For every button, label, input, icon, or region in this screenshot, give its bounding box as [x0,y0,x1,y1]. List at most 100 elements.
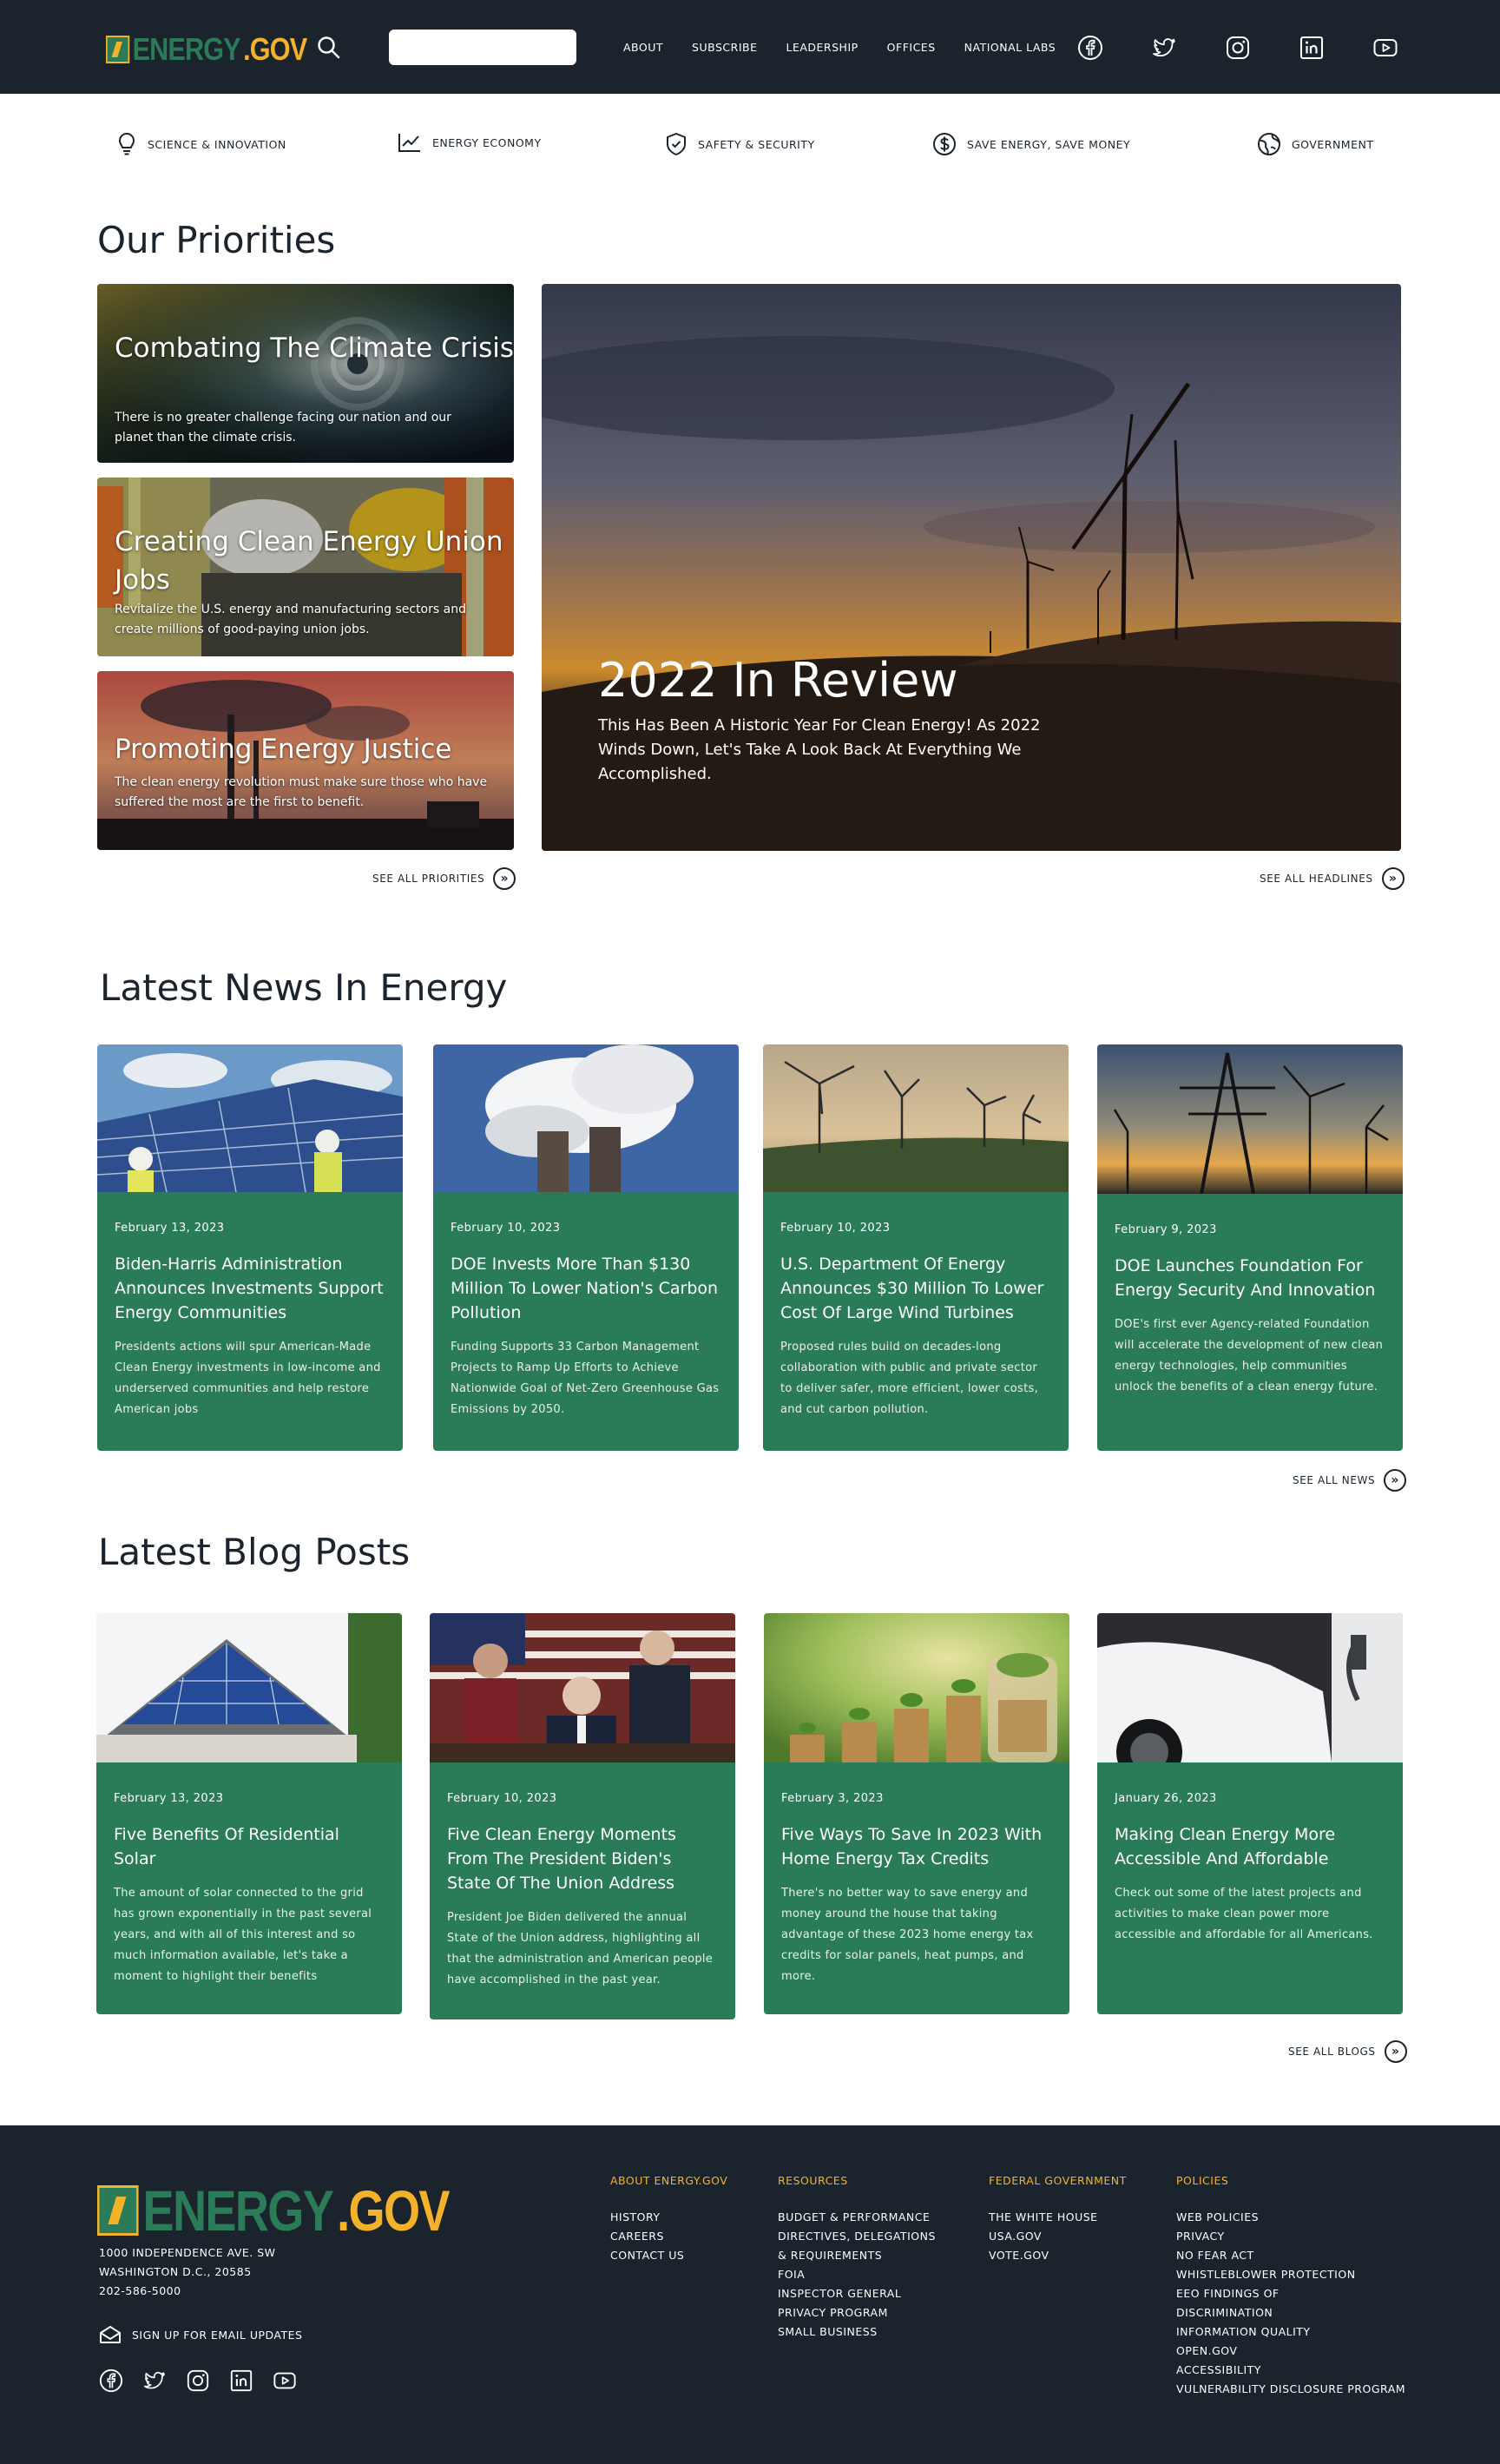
footer-link[interactable]: THE WHITE HOUSE [989,2208,1127,2227]
nav-leadership[interactable]: LEADERSHIP [786,41,858,54]
priority-card-union-jobs[interactable]: Creating Clean Energy Union Jobs Revital… [97,478,514,656]
email-signup-label: SIGN UP FOR EMAIL UPDATES [132,2328,303,2342]
nav-national-labs[interactable]: NATIONAL LABS [964,41,1056,54]
site-header: ENERGY .GOV ABOUT SUBSCRIBE LEADERSHIP OF… [0,0,1500,94]
footer-link[interactable]: DISCRIMINATION [1176,2303,1405,2322]
footer-logo[interactable]: ENERGY .GOV [97,2177,451,2243]
footer-link[interactable]: ACCESSIBILITY [1176,2361,1405,2380]
footer-link[interactable]: VULNERABILITY DISCLOSURE PROGRAM [1176,2380,1405,2399]
footer-link[interactable]: INFORMATION QUALITY [1176,2322,1405,2342]
card-title: DOE Invests More Than $130 Million To Lo… [451,1255,719,1322]
footer-link[interactable]: USA.GOV [989,2227,1127,2246]
double-chevron-right-icon: » [1381,867,1405,890]
instagram-icon[interactable] [186,2368,210,2393]
nav-offices[interactable]: OFFICES [887,41,936,54]
nav-about[interactable]: ABOUT [623,41,663,54]
blog-card[interactable]: February 13, 2023 Five Benefits Of Resid… [96,1613,402,2014]
chart-line-icon [398,134,420,152]
see-all-news-link[interactable]: SEE ALL NEWS » [1293,1469,1407,1492]
youtube-icon[interactable] [1372,35,1398,61]
footer-link[interactable]: OPEN.GOV [1176,2342,1405,2361]
footer-link[interactable]: HISTORY [610,2208,727,2227]
card-title: Five Ways To Save In 2023 With Home Ener… [781,1825,1043,1868]
footer-col-heading: ABOUT ENERGY.GOV [610,2174,728,2187]
news-card[interactable]: February 10, 2023 DOE Invests More Than … [433,1044,739,1451]
footer-link[interactable]: VOTE.GOV [989,2246,1127,2265]
email-signup-link[interactable]: SIGN UP FOR EMAIL UPDATES [99,2325,302,2344]
priority-card-energy-justice[interactable]: Promoting Energy Justice The clean energ… [97,671,514,850]
twitter-icon[interactable] [142,2368,167,2393]
youtube-icon[interactable] [273,2368,297,2393]
footer-col-heading: FEDERAL GOVERNMENT [989,2174,1127,2187]
footer-link[interactable]: PRIVACY PROGRAM [778,2303,936,2322]
category-save-energy[interactable]: SAVE ENERGY, SAVE MONEY [932,132,1130,156]
logo-text-gov: .GOV [243,31,307,67]
news-card[interactable]: February 13, 2023 Biden-Harris Administr… [97,1044,403,1451]
footer-link[interactable]: DIRECTIVES, DELEGATIONS [778,2227,936,2246]
category-government[interactable]: GOVERNMENT [1257,132,1373,156]
footer-link[interactable]: INSPECTOR GENERAL [778,2284,936,2303]
facebook-icon[interactable] [1077,35,1103,61]
category-science-innovation[interactable]: SCIENCE & INNOVATION [116,132,286,156]
lightbulb-icon [119,133,135,155]
blog-card[interactable]: January 26, 2023 Making Clean Energy Mor… [1097,1613,1403,2014]
news-card[interactable]: February 9, 2023 DOE Launches Foundation… [1097,1044,1403,1451]
phone-number: 202-586-5000 [99,2284,181,2297]
card-desc: Proposed rules build on decades-long col… [780,1341,1039,1416]
footer-link[interactable]: CONTACT US [610,2246,727,2265]
card-desc: Funding Supports 33 Carbon Management Pr… [451,1341,720,1416]
card-date: February 13, 2023 [114,1792,224,1805]
blog-image-residential-solar [96,1613,402,1762]
double-chevron-right-icon: » [493,867,516,890]
priority-card-climate[interactable]: Combating The Climate Crisis There is no… [97,284,514,463]
see-all-blogs-link[interactable]: SEE ALL BLOGS » [1288,2040,1407,2063]
see-all-headlines-link[interactable]: SEE ALL HEADLINES » [1260,867,1405,890]
footer-link[interactable]: & REQUIREMENTS [778,2246,936,2265]
twitter-icon[interactable] [1151,35,1177,61]
footer-link[interactable]: SMALL BUSINESS [778,2322,936,2342]
card-title: Making Clean Energy More Accessible And … [1115,1825,1336,1868]
footer-link[interactable]: WHISTLEBLOWER PROTECTION [1176,2265,1405,2284]
blog-card[interactable]: February 3, 2023 Five Ways To Save In 20… [764,1613,1069,2014]
linkedin-icon[interactable] [229,2368,253,2393]
hero-2022-in-review[interactable]: 2022 In Review This Has Been A Historic … [542,284,1401,851]
footer-link[interactable]: BUDGET & PERFORMANCE [778,2208,936,2227]
footer-col-resources: RESOURCES BUDGET & PERFORMANCE DIRECTIVE… [778,2174,936,2342]
site-logo[interactable]: ENERGY .GOV [106,31,307,68]
address-line: WASHINGTON D.C., 20585 [99,2265,252,2278]
footer-link[interactable]: FOIA [778,2265,936,2284]
see-all-priorities-link[interactable]: SEE ALL PRIORITIES » [372,867,516,890]
top-nav: ABOUT SUBSCRIBE LEADERSHIP OFFICES NATIO… [623,41,1084,54]
facebook-icon[interactable] [99,2368,123,2393]
footer-link[interactable]: WEB POLICIES [1176,2208,1405,2227]
card-date: February 13, 2023 [115,1222,225,1235]
priority-desc: Revitalize the U.S. energy and manufactu… [115,603,466,636]
card-title: DOE Launches Foundation For Energy Secur… [1115,1256,1376,1300]
card-date: February 10, 2023 [447,1792,557,1805]
see-all-label: SEE ALL NEWS [1293,1474,1376,1486]
category-safety-security[interactable]: SAFETY & SECURITY [665,132,815,156]
search-icon[interactable] [317,36,341,60]
category-label: SAVE ENERGY, SAVE MONEY [967,137,1131,151]
blog-card[interactable]: February 10, 2023 Five Clean Energy Mome… [430,1613,735,2019]
footer-link[interactable]: NO FEAR ACT [1176,2246,1405,2265]
category-label: SAFETY & SECURITY [698,137,815,151]
footer-link[interactable]: EEO FINDINGS OF [1176,2284,1405,2303]
doe-shield-icon [106,36,130,63]
linkedin-icon[interactable] [1299,35,1325,61]
instagram-icon[interactable] [1225,35,1251,61]
card-date: February 10, 2023 [451,1222,561,1235]
footer-link[interactable]: PRIVACY [1176,2227,1405,2246]
nav-subscribe[interactable]: SUBSCRIBE [692,41,757,54]
priority-title: Combating The Climate Crisis [115,333,514,364]
footer-link[interactable]: CAREERS [610,2227,727,2246]
card-desc: DOE's first ever Agency-related Foundati… [1115,1318,1384,1393]
footer-col-policies: POLICIES WEB POLICIES PRIVACY NO FEAR AC… [1176,2174,1405,2399]
footer-col-heading: RESOURCES [778,2174,848,2187]
category-energy-economy[interactable]: ENERGY ECONOMY [398,132,542,153]
news-card[interactable]: February 10, 2023 U.S. Department Of Ene… [763,1044,1069,1451]
search-input[interactable] [389,30,576,65]
news-image-wind-farm [763,1044,1069,1192]
envelope-icon [100,2326,121,2343]
card-desc: There's no better way to save energy and… [781,1887,1034,1983]
